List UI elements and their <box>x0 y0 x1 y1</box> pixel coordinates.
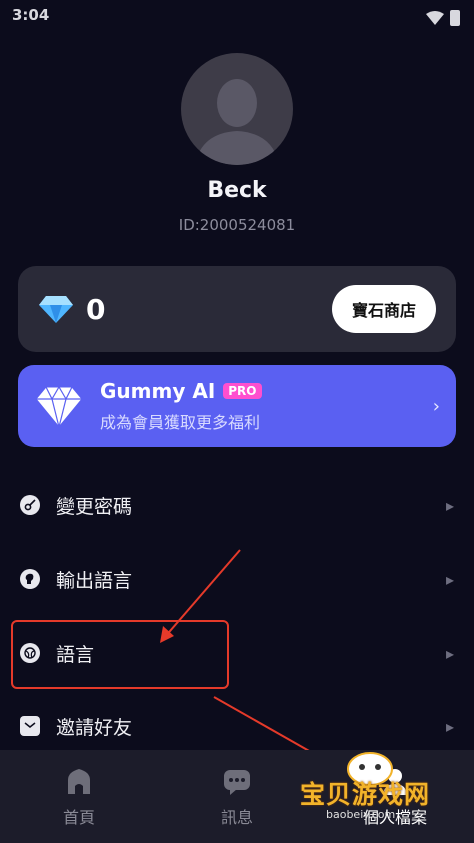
mail-icon <box>20 716 40 736</box>
pro-badge: PRO <box>223 383 262 399</box>
status-time: 3:04 <box>12 6 50 24</box>
nav-tab-home[interactable]: 首頁 <box>19 766 139 828</box>
chevron-right-icon: › <box>432 395 440 417</box>
status-icons <box>426 6 460 30</box>
chevron-right-icon: ▸ <box>445 495 454 515</box>
nav-tab-messages[interactable]: 訊息 <box>177 766 297 828</box>
watermark-logo: 宝贝游戏网 baobeiy.com <box>300 752 470 835</box>
menu-item-change-password[interactable]: 變更密碼 ▸ <box>0 477 474 533</box>
annotation-highlight-box <box>11 620 229 689</box>
pro-title: Gummy AI <box>100 379 216 403</box>
pro-membership-card[interactable]: Gummy AI PRO 成為會員獲取更多福利 › <box>18 365 456 447</box>
chevron-right-icon: ▸ <box>445 569 454 589</box>
menu-item-label: 輸出語言 <box>56 569 133 592</box>
watermark-url: baobeiy.com <box>326 808 396 821</box>
status-bar: 3:04 <box>0 0 474 30</box>
home-icon <box>68 768 90 794</box>
nav-label: 訊息 <box>220 807 253 827</box>
gem-balance-card: 0 寶石商店 <box>18 266 456 352</box>
diamond-icon <box>39 296 73 323</box>
pro-subtitle: 成為會員獲取更多福利 <box>100 413 261 432</box>
profile-name: Beck <box>207 178 267 203</box>
battery-icon <box>450 10 460 26</box>
chevron-right-icon: ▸ <box>445 643 454 663</box>
chat-icon <box>224 769 250 795</box>
menu-item-invite-friends[interactable]: 邀請好友 ▸ <box>0 698 474 754</box>
wifi-icon <box>426 11 444 25</box>
gem-shop-button[interactable]: 寶石商店 <box>331 285 436 333</box>
nav-label: 首頁 <box>62 807 95 827</box>
person-silhouette-icon <box>195 79 279 165</box>
key-icon <box>20 495 40 515</box>
chevron-right-icon: ▸ <box>445 716 454 736</box>
menu-item-label: 變更密碼 <box>56 495 133 518</box>
gem-count: 0 <box>86 292 106 326</box>
watermark-text: 宝贝游戏网 <box>300 780 431 809</box>
speaking-head-icon <box>20 569 40 589</box>
menu-item-output-language[interactable]: 輸出語言 ▸ <box>0 551 474 607</box>
gem-outline-icon <box>35 385 83 428</box>
profile-id: ID:2000524081 <box>178 216 296 234</box>
avatar[interactable] <box>181 53 293 165</box>
menu-item-label: 邀請好友 <box>56 716 133 739</box>
